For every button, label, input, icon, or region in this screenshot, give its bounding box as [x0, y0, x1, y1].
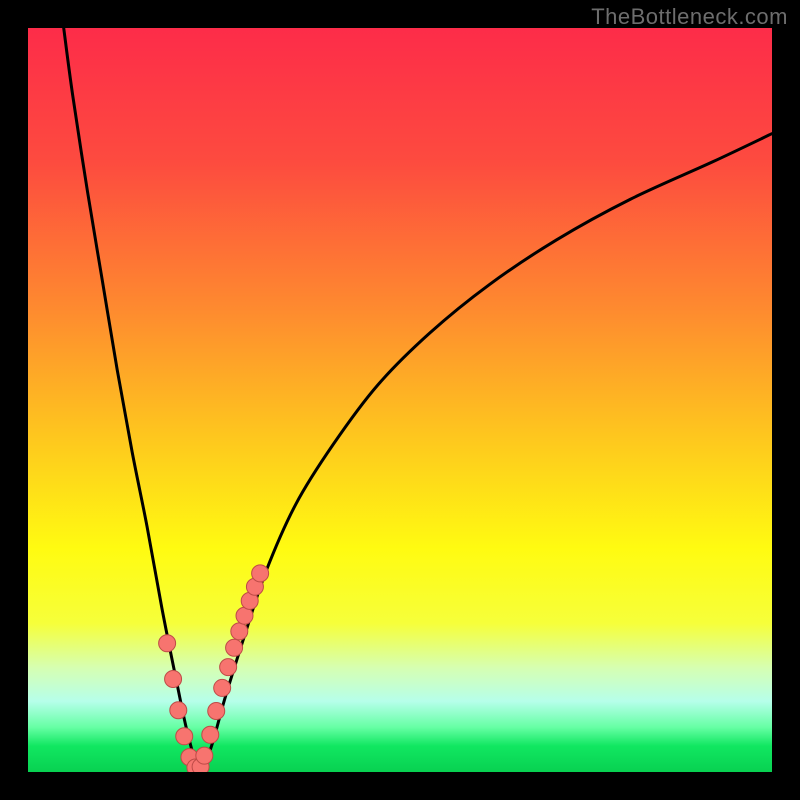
watermark-text: TheBottleneck.com — [591, 4, 788, 30]
marker-point — [176, 728, 193, 745]
plot-area — [28, 28, 772, 772]
marker-point — [252, 565, 269, 582]
marker-point — [202, 726, 219, 743]
marker-point — [214, 679, 231, 696]
marker-point — [208, 702, 225, 719]
curve-layer — [28, 28, 772, 772]
bottleneck-curve — [64, 28, 772, 769]
marker-point — [226, 639, 243, 656]
chart-frame: TheBottleneck.com — [0, 0, 800, 800]
marker-point — [165, 671, 182, 688]
marker-point — [170, 702, 187, 719]
marker-point — [231, 623, 248, 640]
marker-point — [220, 659, 237, 676]
marker-point — [159, 635, 176, 652]
marker-point — [196, 747, 213, 764]
